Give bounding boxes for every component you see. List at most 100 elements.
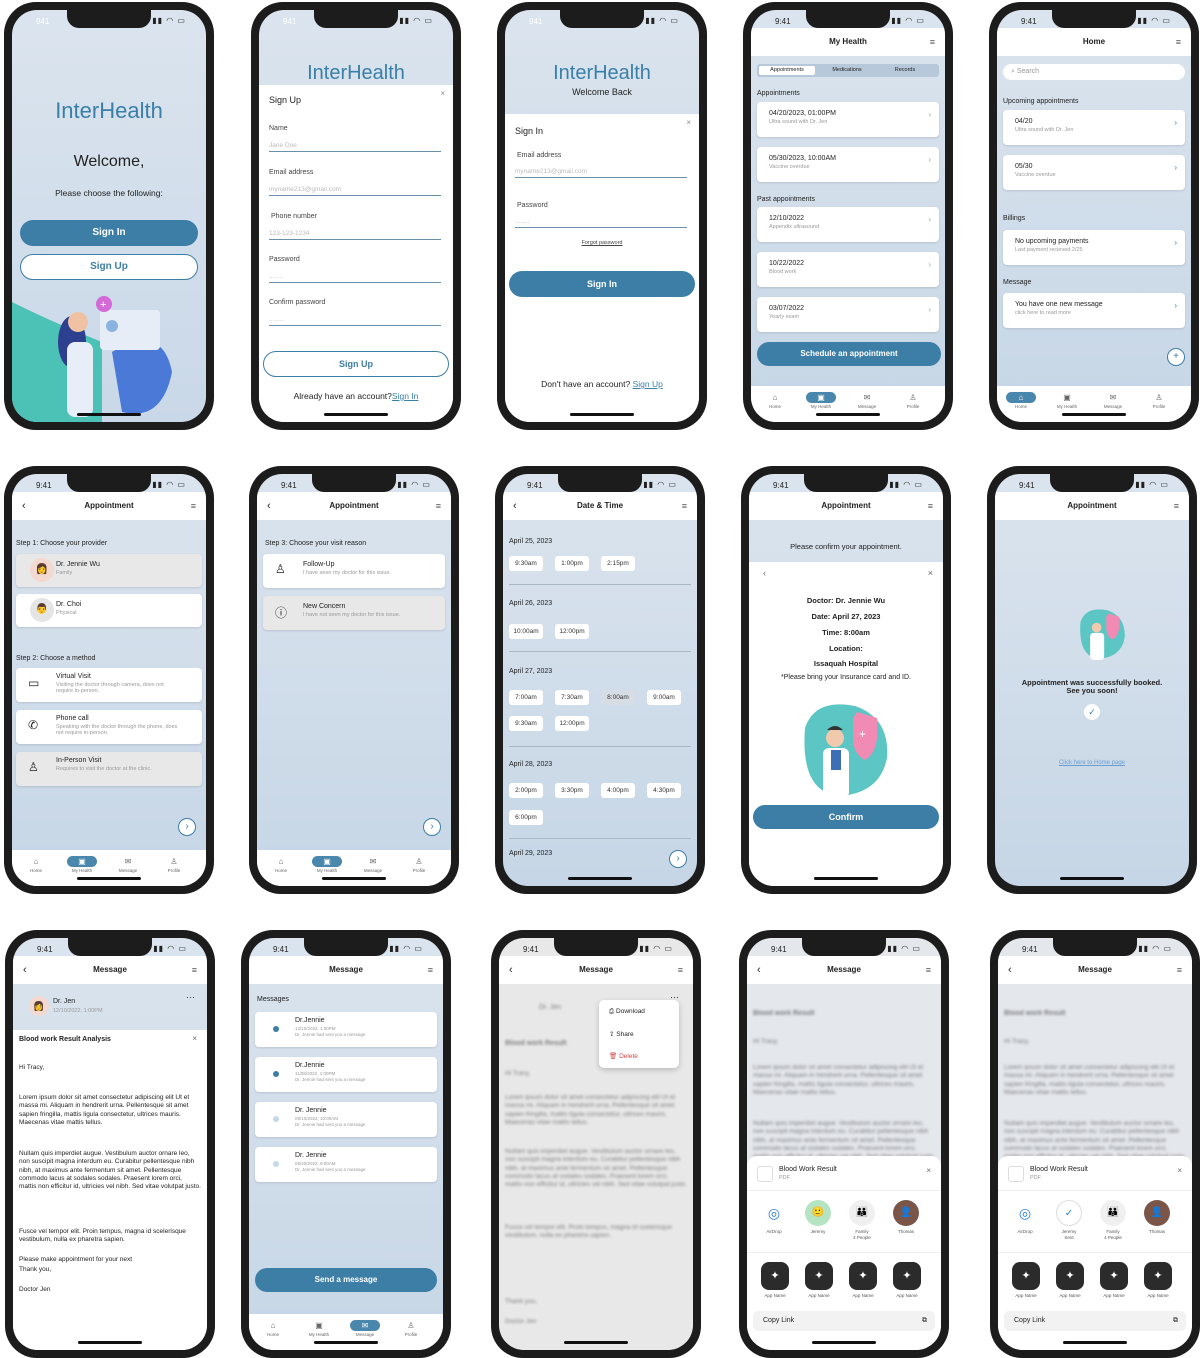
back-icon[interactable]: ‹ xyxy=(757,956,761,984)
app-icon[interactable]: ✦ xyxy=(1100,1262,1128,1290)
tab-profile[interactable]: ♙ Profile xyxy=(1139,392,1179,409)
tab-medications[interactable]: Medications xyxy=(819,66,875,75)
app-icon[interactable]: ✦ xyxy=(1056,1262,1084,1290)
provider-card[interactable]: 👨 Dr. Choi Physical xyxy=(16,594,202,627)
back-icon[interactable]: ‹ xyxy=(1008,956,1012,984)
time-slot[interactable]: 12:00pm xyxy=(555,716,589,731)
copy-link-row[interactable]: Copy Link ⧉ xyxy=(1004,1311,1186,1331)
time-slot[interactable]: 9:00am xyxy=(647,690,681,705)
time-slot[interactable]: 4:30pm xyxy=(647,783,681,798)
menu-share[interactable]: ⇪ Share xyxy=(609,1030,634,1038)
sign-up-link[interactable]: Sign Up xyxy=(633,379,663,389)
method-card-selected[interactable]: ♙ In-Person Visit Requires to visit the do… xyxy=(16,752,202,786)
time-slot[interactable]: 7:30am xyxy=(555,690,589,705)
back-icon[interactable]: ‹ xyxy=(513,492,517,520)
send-message-button[interactable]: Send a message xyxy=(255,1268,437,1292)
sent-check-icon[interactable]: ✓ xyxy=(1056,1200,1082,1226)
tab-home[interactable]: ⌂ Home xyxy=(1001,392,1041,409)
provider-card-selected[interactable]: 👩 Dr. Jennie Wu Family xyxy=(16,554,202,587)
tab-profile[interactable]: ♙ Profile xyxy=(399,856,439,873)
tab-message[interactable]: ✉ Message xyxy=(345,1320,385,1337)
tab-profile[interactable]: ♙ Profile xyxy=(893,392,933,409)
tab-profile[interactable]: ♙ Profile xyxy=(391,1320,431,1337)
schedule-appointment-button[interactable]: Schedule an appointment xyxy=(757,342,941,366)
close-icon[interactable]: × xyxy=(926,1166,931,1175)
tab-message[interactable]: ✉ Message xyxy=(847,392,887,409)
time-slot[interactable]: 4:00pm xyxy=(601,783,635,798)
message-row[interactable]: Dr. Jennie 05/20/2022, 9:00AM Dr. Jennie h… xyxy=(255,1147,437,1182)
tab-home[interactable]: ⌂ Home xyxy=(253,1320,293,1337)
time-slot[interactable]: 7:00am xyxy=(509,690,543,705)
tab-home[interactable]: ⌂ Home xyxy=(755,392,795,409)
menu-icon[interactable]: ≡ xyxy=(682,492,687,520)
time-slot-selected[interactable]: 8:00am xyxy=(601,690,635,705)
past-appointment-card[interactable]: 03/07/2022 Yearly exam › xyxy=(757,297,939,332)
contact-avatar[interactable]: 🙂 xyxy=(805,1200,831,1226)
menu-icon[interactable]: ≡ xyxy=(678,956,683,984)
past-appointment-card[interactable]: 12/10/2022 Appendix ultrasound › xyxy=(757,207,939,242)
app-icon[interactable]: ✦ xyxy=(1144,1262,1172,1290)
time-slot[interactable]: 2:15pm xyxy=(601,556,635,571)
back-icon[interactable]: ‹ xyxy=(23,956,27,984)
tab-my-health[interactable]: ▣ My Health xyxy=(299,1320,339,1337)
app-icon[interactable]: ✦ xyxy=(805,1262,833,1290)
time-slot[interactable]: 6:00pm xyxy=(509,810,543,825)
back-icon[interactable]: ‹ xyxy=(267,492,271,520)
copy-link-row[interactable]: Copy Link ⧉ xyxy=(753,1311,935,1331)
time-slot[interactable]: 9:30am xyxy=(509,716,543,731)
message-row[interactable]: Dr. Jennie 09/10/2022, 10:00AM Dr. Jennie … xyxy=(255,1102,437,1137)
tab-home[interactable]: ⌂ Home xyxy=(16,856,56,873)
tab-my-health[interactable]: ▣ My Health xyxy=(62,856,102,873)
upcoming-card[interactable]: 04/20 Ultra sound with Dr. Jen › xyxy=(1003,110,1185,145)
email-field[interactable]: myname213@gmail.com xyxy=(515,168,687,178)
contact-avatar[interactable]: 👤 xyxy=(1144,1200,1170,1226)
menu-download[interactable]: ⎙ Download xyxy=(609,1008,645,1016)
confirm-password-field[interactable]: ........ xyxy=(269,316,441,326)
app-icon[interactable]: ✦ xyxy=(1012,1262,1040,1290)
tab-home[interactable]: ⌂ Home xyxy=(261,856,301,873)
menu-icon[interactable]: ≡ xyxy=(930,28,935,56)
sign-up-button[interactable]: Sign Up xyxy=(263,351,449,377)
tab-appointments[interactable]: Appointments xyxy=(759,66,815,75)
search-input[interactable]: ⌕ Search xyxy=(1003,64,1185,80)
menu-icon[interactable]: ≡ xyxy=(192,956,197,984)
message-row[interactable]: Dr.Jennie 12/10/2022, 1:00PM Dr. Jennie ha… xyxy=(255,1012,437,1047)
phone-field[interactable]: 123-123-1234 xyxy=(269,230,441,240)
time-slot[interactable]: 3:30pm xyxy=(555,783,589,798)
next-arrow-button[interactable]: › xyxy=(423,818,441,836)
home-page-link[interactable]: Click here to Home page xyxy=(995,760,1189,766)
sign-in-button[interactable]: Sign In xyxy=(509,271,695,297)
close-icon[interactable]: × xyxy=(928,568,933,578)
tab-my-health[interactable]: ▣ My Health xyxy=(307,856,347,873)
upcoming-card[interactable]: 05/30 Vaccine overdue › xyxy=(1003,155,1185,190)
method-card[interactable]: ✆ Phone call Speaking with the doctor thro… xyxy=(16,710,202,744)
sign-in-link[interactable]: Sign In xyxy=(392,391,418,401)
next-arrow-button[interactable]: › xyxy=(669,850,687,868)
close-icon[interactable]: × xyxy=(1177,1166,1182,1175)
close-icon[interactable]: × xyxy=(440,89,445,98)
tab-message[interactable]: ✉ Message xyxy=(108,856,148,873)
group-avatar[interactable]: 👪 xyxy=(849,1200,875,1226)
contact-avatar[interactable]: 👤 xyxy=(893,1200,919,1226)
menu-delete[interactable]: 🗑 Delete xyxy=(609,1052,638,1060)
app-icon[interactable]: ✦ xyxy=(849,1262,877,1290)
menu-icon[interactable]: ≡ xyxy=(428,956,433,984)
reason-card[interactable]: ♙ Follow-Up I have seen my doctor for this… xyxy=(263,554,445,588)
tab-profile[interactable]: ♙ Profile xyxy=(154,856,194,873)
password-field[interactable]: ........ xyxy=(515,218,687,228)
appointment-card[interactable]: 04/20/2023, 01:00PM Ultra sound with Dr. … xyxy=(757,102,939,137)
tab-message[interactable]: ✉ Message xyxy=(1093,392,1133,409)
add-button[interactable]: + xyxy=(1167,348,1185,366)
close-icon[interactable]: × xyxy=(192,1034,197,1043)
reason-card-selected[interactable]: ⓘ New Concern I have not seen my doctor fo… xyxy=(263,596,445,630)
airdrop-icon[interactable]: ◎ xyxy=(1012,1200,1038,1226)
sign-up-button[interactable]: Sign Up xyxy=(20,254,198,280)
menu-icon[interactable]: ≡ xyxy=(926,956,931,984)
appointment-card[interactable]: 05/30/2023, 10:00AM Vaccine overdue › xyxy=(757,147,939,182)
menu-icon[interactable]: ≡ xyxy=(191,492,196,520)
time-slot[interactable]: 2:00pm xyxy=(509,783,543,798)
billing-card[interactable]: No upcoming payments Last payment recieve… xyxy=(1003,230,1185,265)
forgot-password-link[interactable]: Forgot password xyxy=(505,240,699,246)
time-slot[interactable]: 9:30am xyxy=(509,556,543,571)
password-field[interactable]: ........ xyxy=(269,273,441,283)
